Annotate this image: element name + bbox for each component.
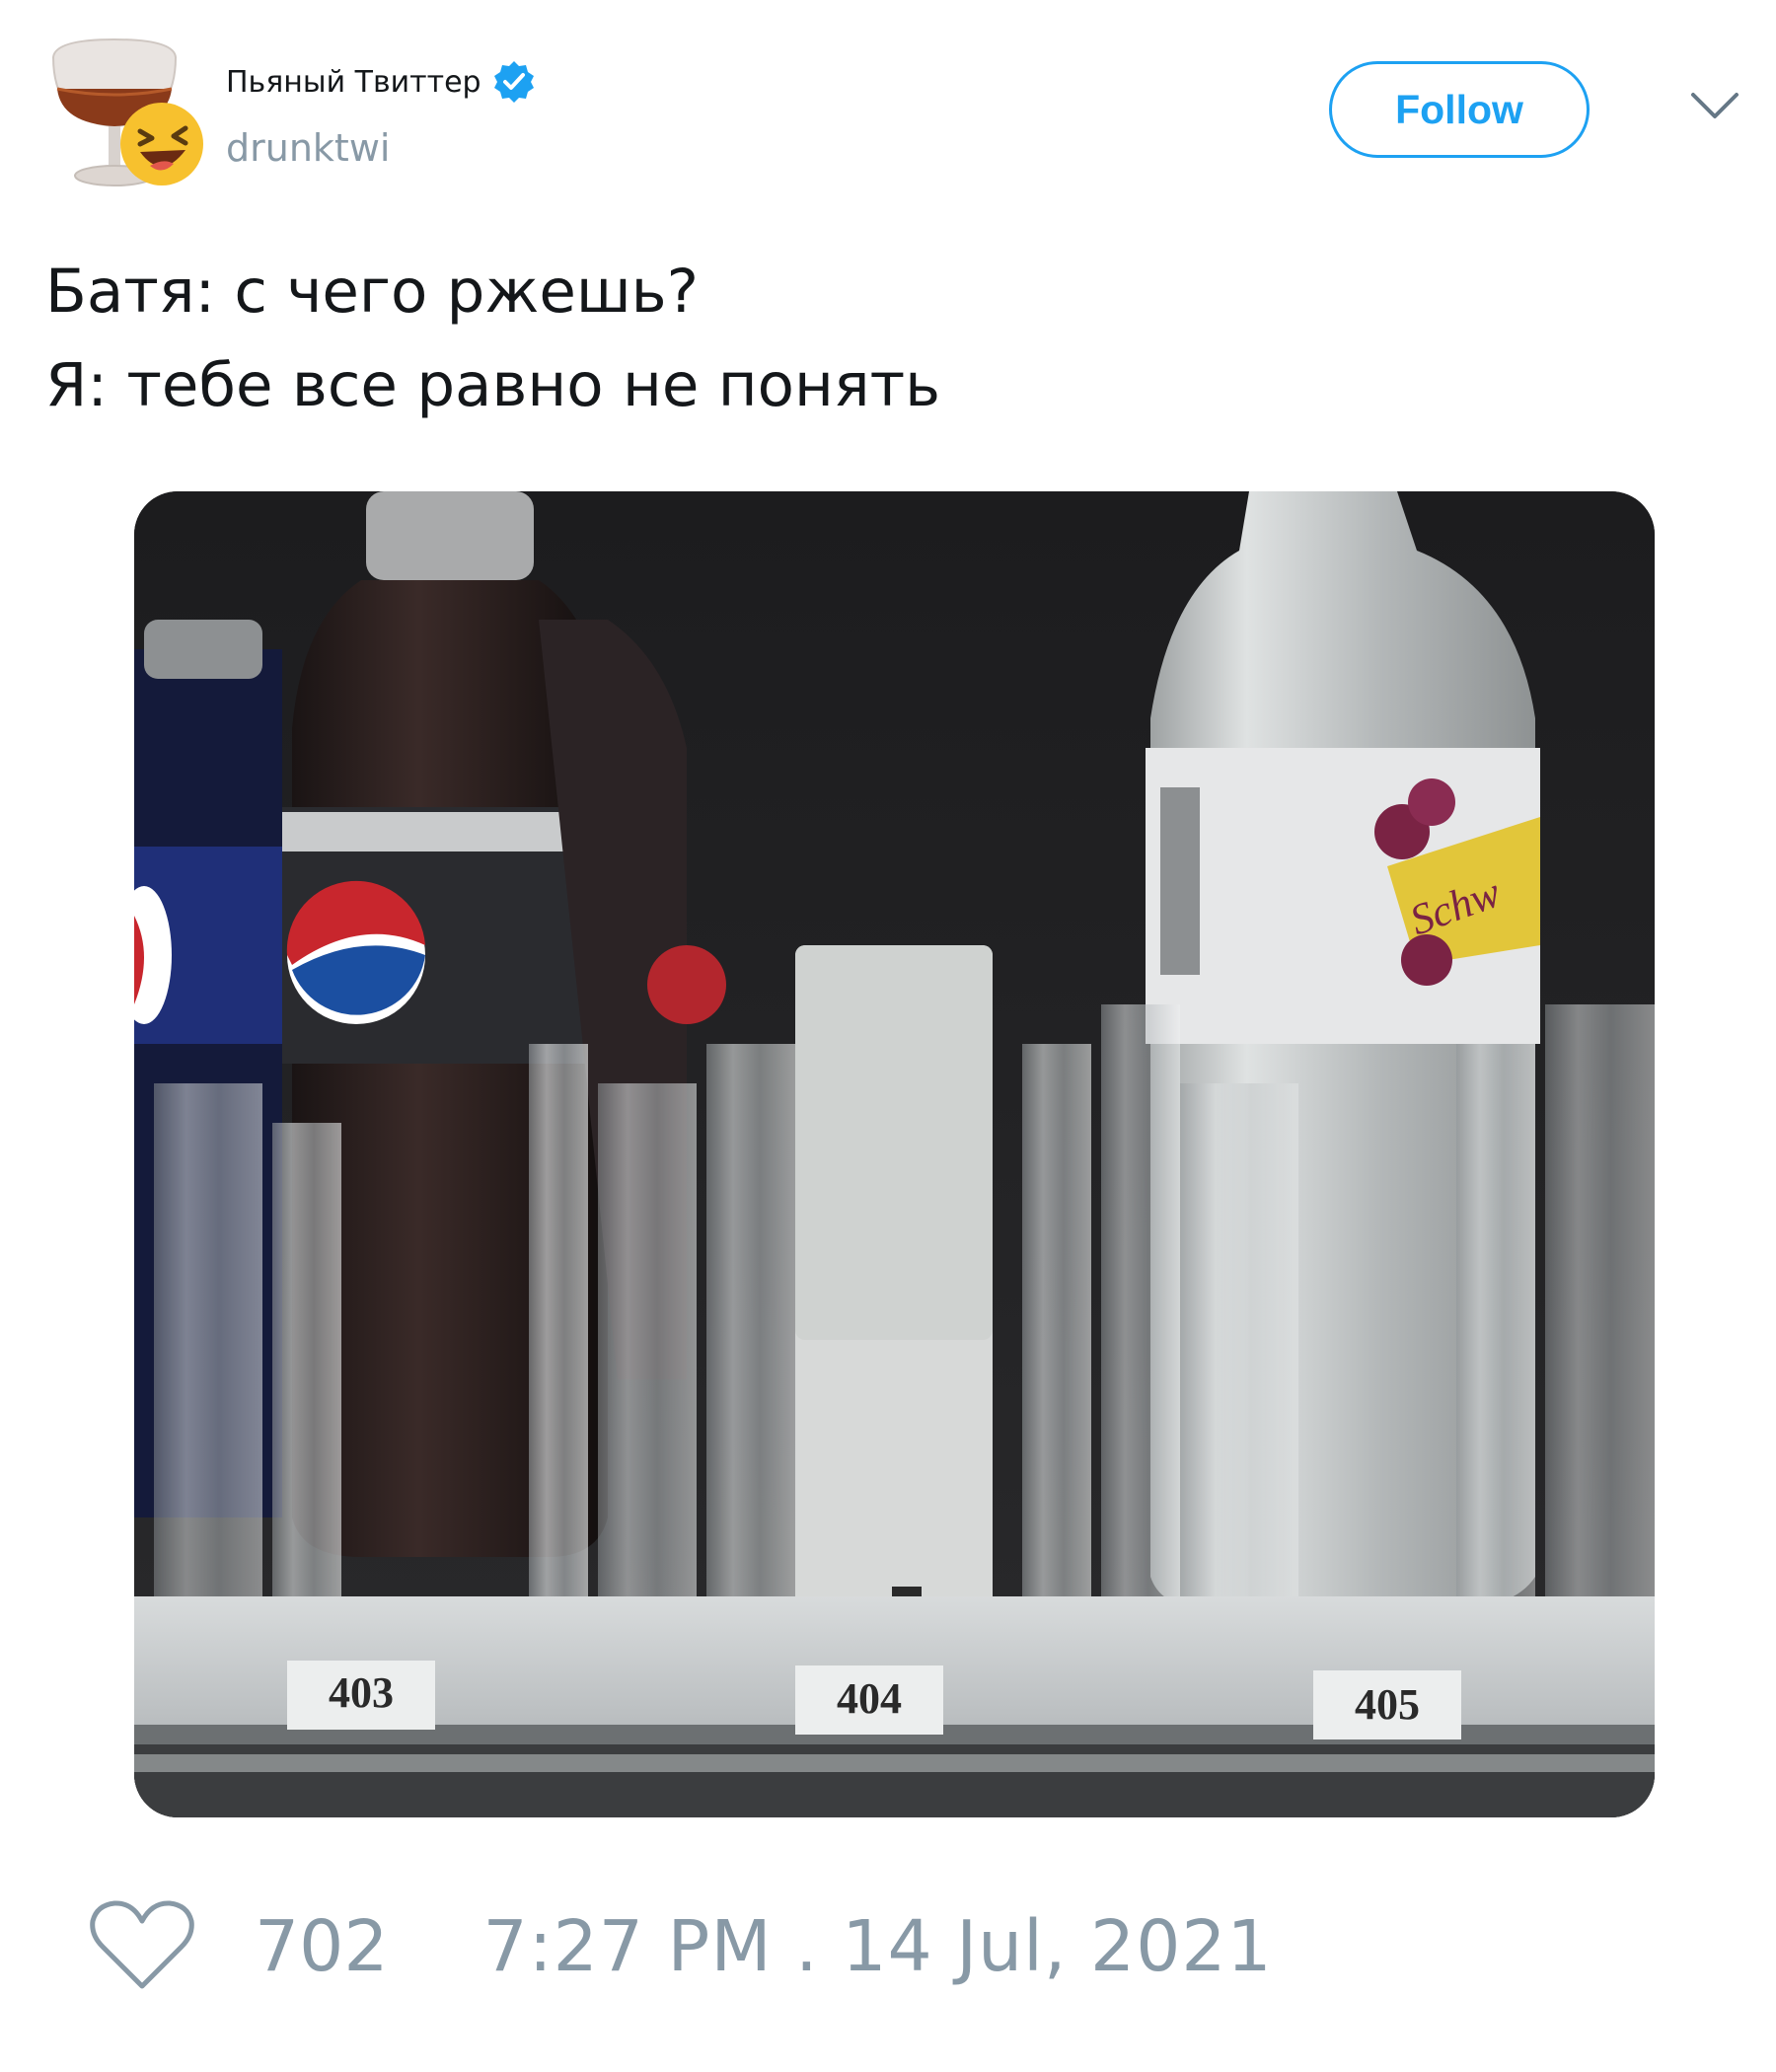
tweet-text: Батя: с чего ржешь? Я: тебе все равно не… [45,245,1723,432]
avatar[interactable] [45,28,213,195]
tweet-line-1: Батя: с чего ржешь? [45,257,700,327]
author-handle[interactable]: drunktwi [226,126,390,170]
author-display-name[interactable]: Пьяный Твиттер [226,65,481,100]
chevron-down-icon[interactable] [1687,87,1742,126]
slot-label-404: 404 [837,1674,902,1723]
tweet-footer: 702 7:27 PM . 14 Jul, 2021 [89,1899,1273,1992]
tweet-line-2: Я: тебе все равно не понять [45,350,941,420]
slot-label-403: 403 [329,1668,394,1717]
follow-button[interactable]: Follow [1329,61,1590,158]
like-count[interactable]: 702 [255,1905,389,1987]
author-name-row: Пьяный Твиттер [226,59,537,105]
slot-label-405: 405 [1355,1680,1420,1729]
timestamp[interactable]: 7:27 PM . 14 Jul, 2021 [483,1905,1273,1987]
verified-badge-icon [491,59,537,105]
heart-icon[interactable] [89,1899,195,1992]
tweet-photo[interactable]: Schw 403 404 405 [134,491,1655,1817]
